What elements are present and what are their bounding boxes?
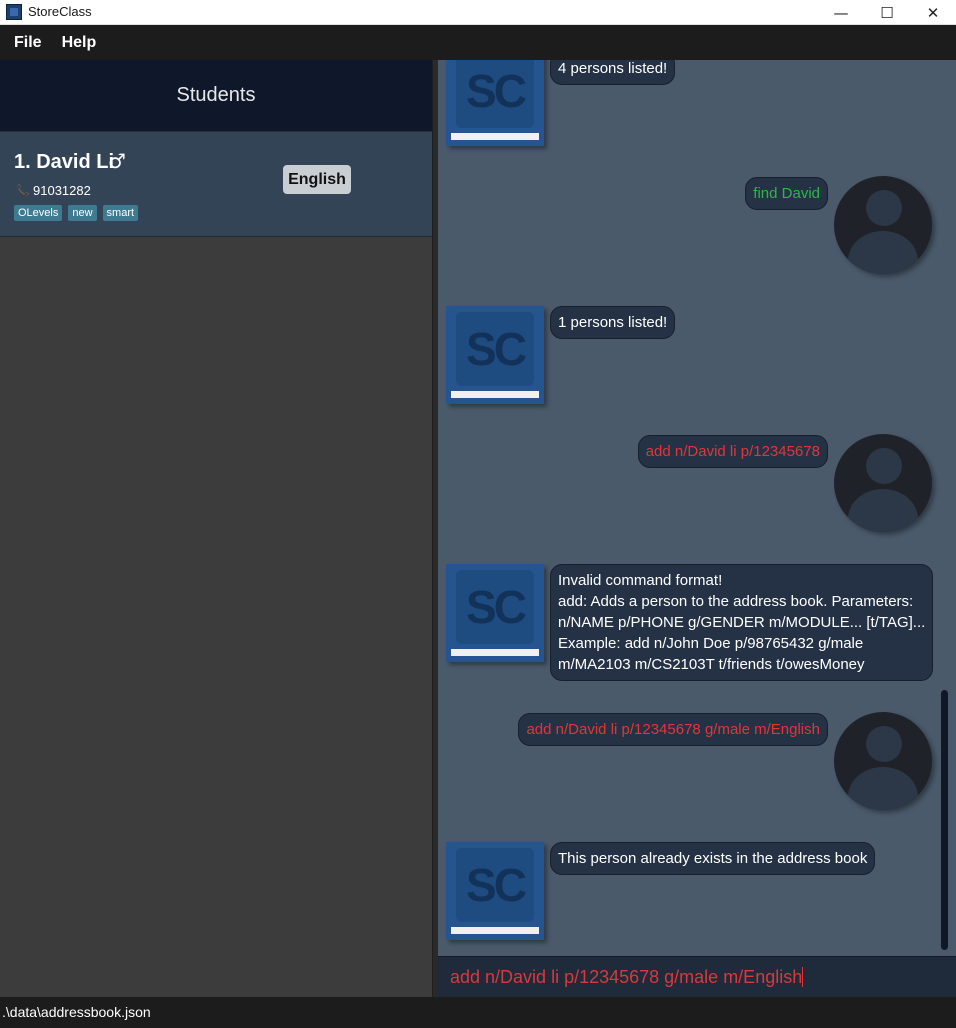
user-message: add n/David li p/12345678 bbox=[637, 435, 828, 468]
user-avatar-icon bbox=[834, 434, 932, 532]
app-logo-icon bbox=[6, 4, 22, 20]
student-phone: 91031282 bbox=[33, 183, 91, 198]
module-badge: English bbox=[283, 165, 351, 194]
bot-avatar: SC bbox=[446, 306, 544, 404]
bot-message: Invalid command format! add: Adds a pers… bbox=[550, 564, 934, 681]
male-gender-icon: ♂ bbox=[108, 149, 126, 173]
minimize-button[interactable]: — bbox=[818, 0, 864, 25]
bot-avatar: SC bbox=[446, 564, 544, 662]
user-message: find David bbox=[745, 177, 828, 210]
student-list-header: Students bbox=[0, 60, 432, 131]
status-bar: .\data\addressbook.json bbox=[0, 997, 956, 1028]
window-title: StoreClass bbox=[28, 4, 92, 19]
bot-message: 1 persons listed! bbox=[550, 306, 676, 339]
student-list-title: Students bbox=[176, 84, 256, 106]
student-list-panel: Students 1. David Li ♂ 📞 91031282 OLevel… bbox=[0, 60, 433, 997]
user-avatar-icon bbox=[834, 176, 932, 274]
menu-file[interactable]: File bbox=[14, 34, 42, 52]
tag: smart bbox=[102, 205, 139, 221]
menu-help[interactable]: Help bbox=[62, 34, 97, 52]
text-caret bbox=[802, 967, 804, 987]
tag: OLevels bbox=[14, 205, 63, 221]
phone-icon: 📞 bbox=[16, 184, 30, 197]
command-input-text[interactable]: add n/David li p/12345678 g/male m/Engli… bbox=[450, 967, 804, 988]
chat-scrollbar[interactable] bbox=[941, 690, 948, 950]
data-file-path: .\data\addressbook.json bbox=[2, 1004, 151, 1020]
chat-panel: SC 4 persons listed! find David SC 1 per… bbox=[438, 60, 956, 956]
bot-message: This person already exists in the addres… bbox=[550, 842, 876, 875]
close-button[interactable]: ✕ bbox=[910, 0, 956, 25]
bot-message: 4 persons listed! bbox=[550, 60, 676, 85]
bot-avatar: SC bbox=[446, 842, 544, 940]
tag: new bbox=[68, 205, 97, 221]
student-tags: OLevels new smart bbox=[14, 205, 139, 221]
bot-avatar: SC bbox=[446, 60, 544, 146]
user-message: add n/David li p/12345678 g/male m/Engli… bbox=[518, 713, 828, 746]
student-name: 1. David Li bbox=[14, 151, 115, 173]
maximize-button[interactable]: ☐ bbox=[864, 0, 910, 25]
student-card[interactable]: 1. David Li ♂ 📞 91031282 OLevels new sma… bbox=[0, 131, 432, 237]
title-bar: StoreClass — ☐ ✕ bbox=[0, 0, 956, 25]
user-avatar-icon bbox=[834, 712, 932, 810]
command-input[interactable]: add n/David li p/12345678 g/male m/Engli… bbox=[438, 956, 956, 997]
menu-bar: File Help bbox=[0, 25, 956, 60]
